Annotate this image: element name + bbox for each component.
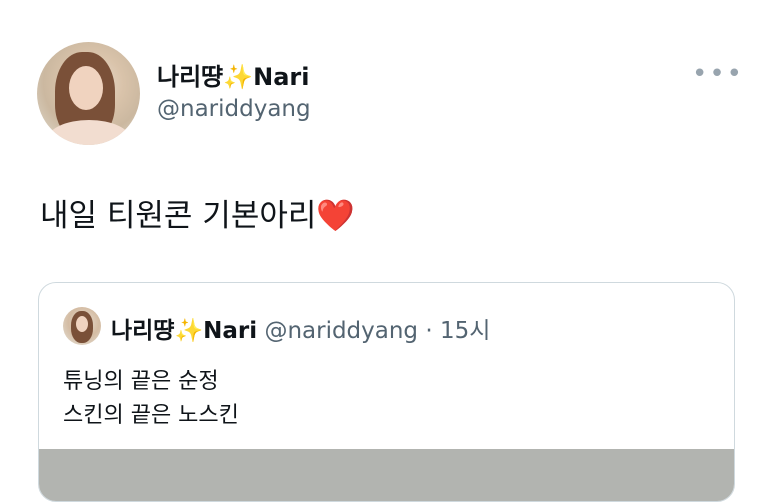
more-options-button[interactable]: ••• — [692, 60, 742, 88]
meta-separator: · — [425, 318, 433, 344]
author-handle[interactable]: @nariddyang — [157, 96, 311, 122]
quoted-display-name: 나리땽 — [111, 318, 175, 344]
author-display-name[interactable]: 나리땽✨Nari — [157, 57, 309, 92]
quoted-text-line-1: 튜닝의 끝은 순정 — [63, 369, 219, 394]
tweet-text: 내일 티원콘 기본아리❤️ — [40, 190, 355, 235]
more-horizontal-icon: ••• — [692, 59, 745, 89]
quoted-sparkles-icon: ✨ — [174, 318, 204, 344]
quoted-timestamp[interactable]: 15시 — [440, 318, 490, 344]
quoted-tweet-header: 나리땽✨Nari @nariddyang · 15시 — [111, 311, 490, 345]
display-name-suffix: Nari — [253, 63, 310, 91]
sparkles-icon: ✨ — [223, 63, 254, 91]
tweet-text-body: 내일 티원콘 기본아리 — [40, 198, 317, 234]
quoted-author-avatar[interactable] — [63, 307, 101, 345]
red-heart-icon: ❤️ — [316, 198, 355, 234]
quoted-text-line-2: 스킨의 끝은 노스킨 — [63, 403, 239, 428]
author-avatar[interactable] — [37, 42, 140, 145]
avatar-face — [69, 66, 103, 110]
display-name-text: 나리땽 — [157, 63, 224, 91]
quoted-handle: @nariddyang — [264, 318, 419, 344]
quoted-media-image[interactable] — [39, 449, 734, 501]
quoted-display-name-suffix: Nari — [203, 318, 258, 344]
quoted-tweet-card[interactable]: 나리땽✨Nari @nariddyang · 15시 튜닝의 끝은 순정 스킨의… — [38, 282, 735, 502]
quoted-avatar-face — [76, 316, 88, 332]
